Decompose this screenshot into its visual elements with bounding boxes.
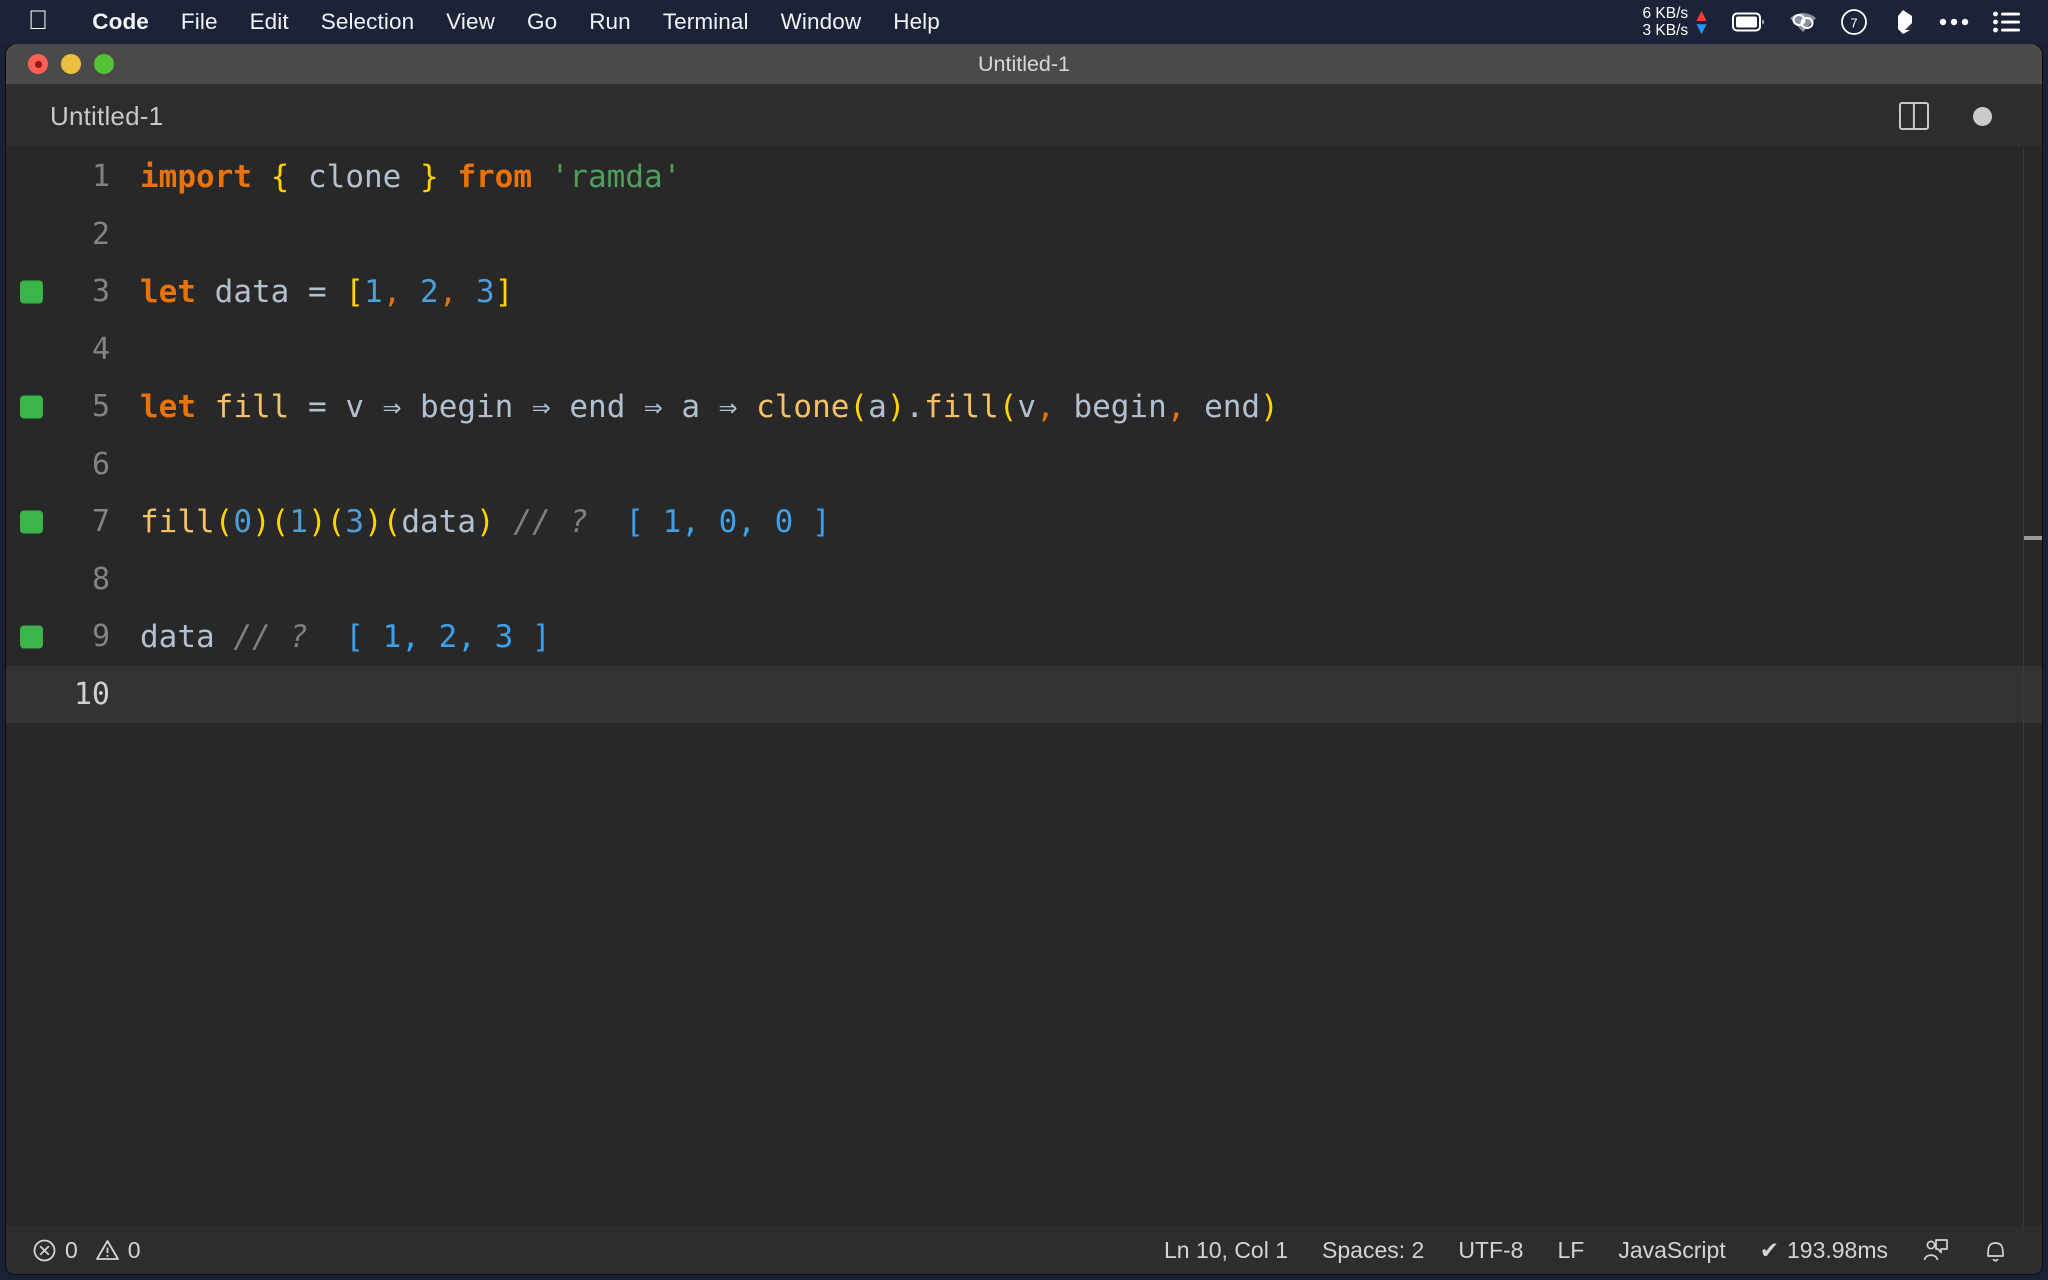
code-editor[interactable]: 1 import { clone } from 'ramda' 2 3 let … xyxy=(6,148,2042,1228)
code-line[interactable]: 6 xyxy=(6,436,2042,494)
encoding-setting[interactable]: UTF-8 xyxy=(1458,1237,1523,1264)
code-line-current[interactable]: 10 xyxy=(6,665,2042,723)
code-line[interactable]: 8 xyxy=(6,551,2042,609)
svg-text:7: 7 xyxy=(1850,16,1857,31)
error-count: 0 xyxy=(65,1236,78,1263)
warning-count: 0 xyxy=(127,1236,141,1263)
vscode-window: Untitled-1 Untitled-1 1 import { clone }… xyxy=(6,44,2042,1274)
code-line[interactable]: 2 xyxy=(6,206,2042,264)
overview-ruler-mark xyxy=(2024,536,2042,540)
coverage-marker-icon[interactable] xyxy=(20,280,43,304)
menu-item-file[interactable]: File xyxy=(165,9,234,35)
editor-actions xyxy=(1899,102,2042,130)
quokka-run-time: 193.98ms xyxy=(1786,1236,1888,1263)
warning-icon xyxy=(95,1238,120,1263)
coverage-marker-icon[interactable] xyxy=(20,395,43,419)
code-line-content: data // ? [ 1, 2, 3 ] xyxy=(140,618,551,655)
tab-untitled-1[interactable]: Untitled-1 xyxy=(6,101,163,132)
code-line[interactable]: 3 let data = [1, 2, 3] xyxy=(6,263,2042,321)
maximize-window-button[interactable] xyxy=(94,54,114,74)
line-number: 10 xyxy=(73,676,110,712)
bell-icon[interactable] xyxy=(1983,1237,2008,1264)
current-line-highlight xyxy=(158,665,2042,723)
menu-item-window[interactable]: Window xyxy=(765,9,878,35)
menu-bar-items:  Code File Edit Selection View Go Run T… xyxy=(0,0,956,44)
menu-item-code[interactable]: Code xyxy=(76,9,165,35)
download-arrow-icon: ▼ xyxy=(1693,19,1710,38)
traffic-light-buttons xyxy=(6,54,114,74)
line-number: 6 xyxy=(91,446,110,482)
coverage-marker-icon[interactable] xyxy=(20,625,43,649)
window-title: Untitled-1 xyxy=(977,51,1070,76)
coverage-marker-icon[interactable] xyxy=(20,510,43,534)
control-center-icon[interactable] xyxy=(1992,10,2022,34)
menu-item-go[interactable]: Go xyxy=(511,9,573,35)
battery-icon[interactable] xyxy=(1732,11,1766,33)
editor-tab-bar: Untitled-1 xyxy=(6,85,2042,148)
error-icon xyxy=(32,1238,57,1263)
code-line-content: fill(0)(1)(3)(data) // ? [ 1, 0, 0 ] xyxy=(140,503,831,540)
feedback-icon[interactable] xyxy=(1922,1237,1949,1264)
status-bar: 0 0 Ln 10, Col 1 Spaces: 2 UTF-8 LF Java… xyxy=(6,1226,2042,1274)
quokka-check-icon: ✔ xyxy=(1759,1236,1779,1263)
quokka-runtime-indicator[interactable]: ✔ 193.98ms xyxy=(1760,1237,1888,1264)
code-line[interactable]: 4 xyxy=(6,321,2042,379)
line-number: 2 xyxy=(91,216,110,252)
menu-bar-status-items: 6 KB/s 3 KB/s ▲ ▼ 7 xyxy=(1643,0,2048,44)
code-line[interactable]: 9 data // ? [ 1, 2, 3 ] xyxy=(6,608,2042,666)
status-bar-right: Ln 10, Col 1 Spaces: 2 UTF-8 LF JavaScri… xyxy=(1164,1237,2042,1264)
code-line-content: let data = [1, 2, 3] xyxy=(140,273,514,310)
line-number: 8 xyxy=(91,561,110,597)
editor-overview-ruler[interactable] xyxy=(2024,148,2042,1228)
menu-item-selection[interactable]: Selection xyxy=(305,9,430,35)
code-line-content: import { clone } from 'ramda' xyxy=(140,158,682,195)
problems-indicator[interactable]: 0 0 xyxy=(32,1237,141,1264)
menu-item-view[interactable]: View xyxy=(430,9,511,35)
indentation-setting[interactable]: Spaces: 2 xyxy=(1322,1237,1424,1264)
window-titlebar: Untitled-1 xyxy=(6,44,2042,85)
close-window-button[interactable] xyxy=(28,54,48,74)
network-speed-indicator[interactable]: 6 KB/s 3 KB/s ▲ ▼ xyxy=(1643,5,1711,40)
menu-item-edit[interactable]: Edit xyxy=(234,9,305,35)
dropbox-icon[interactable] xyxy=(1890,8,1916,36)
split-editor-icon[interactable] xyxy=(1899,102,1929,130)
status-bar-left: 0 0 xyxy=(6,1237,141,1264)
menu-item-terminal[interactable]: Terminal xyxy=(647,9,765,35)
timer-icon[interactable]: 7 xyxy=(1840,8,1868,36)
code-line-content: let fill = v ⇒ begin ⇒ end ⇒ a ⇒ clone(a… xyxy=(140,388,1279,425)
apple-logo-icon[interactable]:  xyxy=(28,6,48,34)
code-line[interactable]: 7 fill(0)(1)(3)(data) // ? [ 1, 0, 0 ] xyxy=(6,493,2042,551)
code-line[interactable]: 5 let fill = v ⇒ begin ⇒ end ⇒ a ⇒ clone… xyxy=(6,378,2042,436)
menu-item-help[interactable]: Help xyxy=(877,9,956,35)
macos-menu-bar:  Code File Edit Selection View Go Run T… xyxy=(0,0,2048,44)
minimize-window-button[interactable] xyxy=(61,54,81,74)
ellipsis-icon[interactable] xyxy=(1938,17,1970,27)
cursor-position[interactable]: Ln 10, Col 1 xyxy=(1164,1237,1288,1264)
inline-result-line-9: [ 1, 2, 3 ] xyxy=(345,618,551,655)
wifi-icon[interactable] xyxy=(1788,10,1818,34)
language-mode[interactable]: JavaScript xyxy=(1618,1237,1725,1264)
unsaved-indicator-icon[interactable] xyxy=(1973,106,1992,126)
network-download-speed: 3 KB/s xyxy=(1642,22,1689,39)
line-ending-setting[interactable]: LF xyxy=(1557,1237,1584,1264)
line-number: 1 xyxy=(91,159,110,195)
line-number: 4 xyxy=(91,331,110,367)
network-upload-speed: 6 KB/s xyxy=(1642,4,1689,22)
menu-item-run[interactable]: Run xyxy=(573,9,647,35)
inline-result-line-7: [ 1, 0, 0 ] xyxy=(625,503,831,540)
code-line[interactable]: 1 import { clone } from 'ramda' xyxy=(6,148,2042,206)
